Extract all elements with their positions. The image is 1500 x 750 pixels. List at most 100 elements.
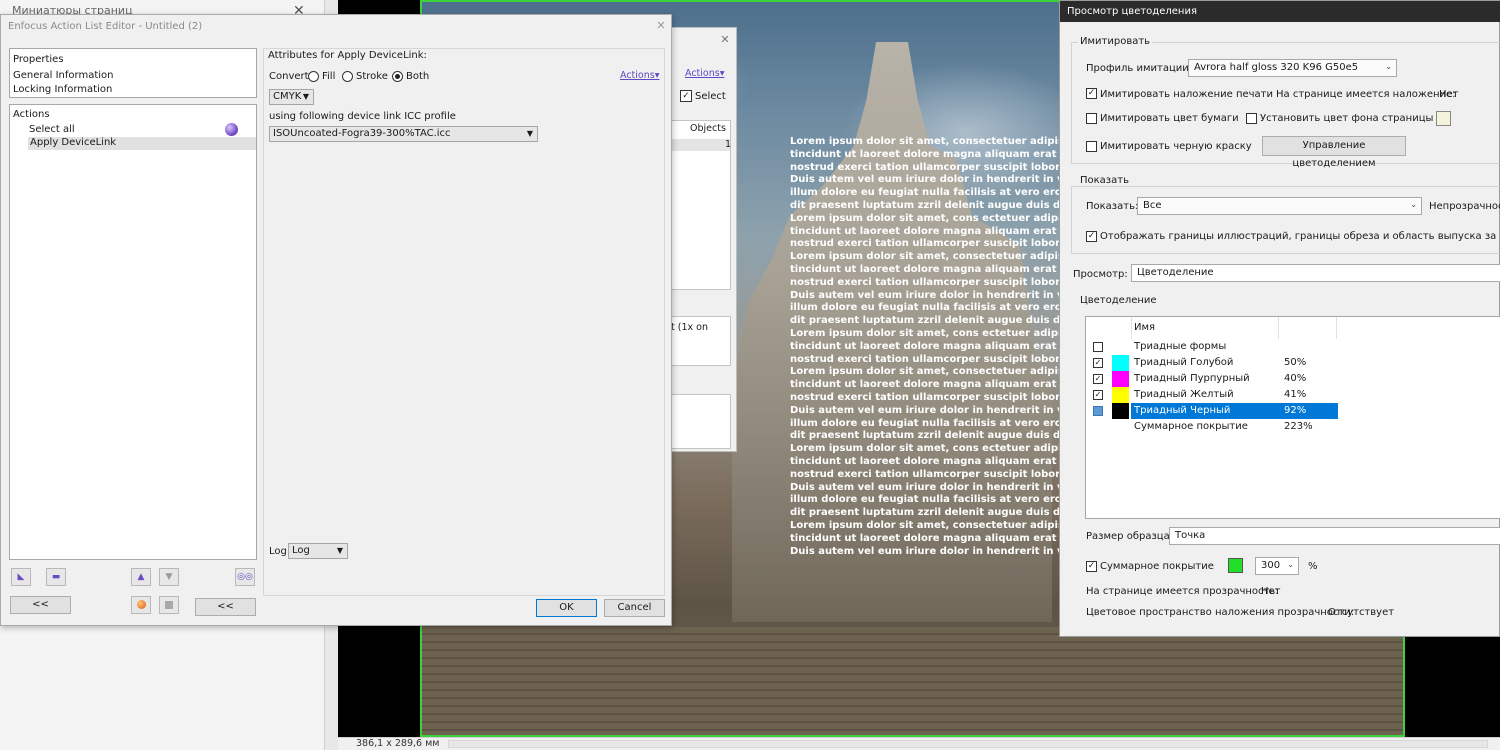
list-item-select-all[interactable]: Select all (29, 124, 75, 135)
select-checkbox[interactable]: ✓ (680, 90, 692, 102)
lorem-line: tincidunt ut laoreet dolore magna aliqua… (790, 263, 1060, 275)
actions-link[interactable]: Actions▾ (620, 70, 659, 81)
ink-coverage: 223% (1284, 421, 1313, 432)
total-coverage-value: 300 (1261, 560, 1281, 571)
record-button[interactable] (131, 596, 151, 614)
enfocus-action-list-editor: Enfocus Action List Editor - Untitled (2… (0, 14, 672, 626)
sim-black-checkbox[interactable] (1086, 141, 1097, 152)
lorem-line: tincidunt ut laoreet dolore magna aliqua… (790, 379, 1060, 391)
table-row[interactable] (668, 139, 730, 151)
add-action-button[interactable]: ◣ (11, 568, 31, 586)
lorem-line: Duis autem vel eum iriure dolor in hendr… (790, 545, 1060, 557)
color-space-select[interactable]: CMYK ▼ (269, 89, 314, 105)
preview-select[interactable]: Цветоделение (1131, 264, 1500, 282)
stroke-label: Stroke (356, 71, 388, 82)
total-coverage-select[interactable]: 300 ⌄ (1255, 557, 1299, 575)
show-select[interactable]: Все ⌄ (1137, 197, 1422, 215)
percent-sign: % (1308, 561, 1318, 572)
arrow-up-icon: ▲ (137, 572, 145, 582)
minus-icon: ▬ (51, 572, 61, 582)
list-item-general-information[interactable]: General Information (13, 70, 113, 81)
horizontal-scrollbar[interactable] (448, 740, 1488, 748)
lorem-line: Duis autem vel eum iriure dolor in hendr… (790, 404, 1060, 416)
table-row[interactable]: Триадный Черный 92% (1086, 403, 1500, 419)
blend-space-value: Отсутствует (1328, 607, 1395, 618)
blend-space-label: Цветовое пространство наложения прозрачн… (1086, 607, 1355, 618)
table-row[interactable]: ✓ Триадный Желтый 41% (1086, 387, 1500, 403)
move-up-button[interactable]: ▲ (131, 568, 151, 586)
set-bg-checkbox[interactable] (1246, 113, 1257, 124)
attributes-panel: Attributes for Apply DeviceLink: Convert… (263, 48, 665, 596)
lorem-line: illum dolore eu feugiat nulla facilisis … (790, 417, 1060, 429)
row-checkbox[interactable] (1093, 406, 1103, 416)
table-row[interactable]: Суммарное покрытие 223% (1086, 419, 1500, 435)
separations-table: Имя Триадные формы ✓ Триадный Голубой 50% ✓ Т… (1085, 316, 1500, 519)
manage-separations-button[interactable]: Управление цветоделением (1262, 136, 1406, 169)
icc-profile-select[interactable]: ISOUncoated-Fogra39-300%TAC.icc ▼ (269, 126, 538, 142)
table-row[interactable]: ✓ Триадный Пурпурный 40% (1086, 371, 1500, 387)
arrow-down-icon: ▼ (165, 572, 173, 582)
objects-header: Objects (690, 123, 726, 134)
preview-label: Просмотр: (1073, 269, 1128, 280)
lorem-line: tincidunt ut laoreet dolore magna aliqua… (790, 340, 1060, 352)
table-row[interactable]: ✓ Триадный Голубой 50% (1086, 355, 1500, 371)
stop-icon (165, 601, 173, 609)
both-radio[interactable] (392, 71, 403, 82)
stroke-radio[interactable] (342, 71, 353, 82)
remove-action-button[interactable]: ▬ (46, 568, 66, 586)
sim-overprint-label: Имитировать наложение печати (1100, 89, 1273, 100)
lorem-line: illum dolore eu feugiat nulla facilisis … (790, 187, 1060, 199)
lorem-line: Lorem ipsum dolor sit amet, consectetuer… (790, 519, 1060, 531)
page-overprint-value: Нет (1439, 89, 1459, 100)
sample-size-select[interactable]: Точка (1169, 527, 1500, 545)
objects-count: 1 (725, 139, 732, 150)
ok-button[interactable]: OK (536, 599, 597, 617)
fill-label: Fill (322, 71, 336, 82)
page-color-swatch[interactable] (1436, 111, 1451, 126)
stop-button[interactable] (159, 596, 179, 614)
collapse-left-button[interactable]: << (10, 596, 71, 614)
lorem-line: tincidunt ut laoreet dolore magna aliqua… (790, 455, 1060, 467)
log-select[interactable]: Log ▼ (288, 543, 348, 559)
profile-value: Avrora half gloss 320 K96 G50e5 (1194, 62, 1359, 73)
page-overprint-label: На странице имеется наложение: (1276, 89, 1456, 100)
lorem-line: dit praesent luptatum zzril delenit augu… (790, 430, 1060, 442)
lorem-line: tincidunt ut laoreet dolore magna aliqua… (790, 225, 1060, 237)
glasses-icon: ◎◎ (237, 572, 253, 582)
profile-select[interactable]: Avrora half gloss 320 K96 G50e5 ⌄ (1188, 59, 1397, 77)
close-icon[interactable]: ✕ (653, 19, 669, 33)
row-checkbox[interactable]: ✓ (1093, 374, 1103, 384)
sim-overprint-checkbox[interactable]: ✓ (1086, 88, 1097, 99)
chevron-down-icon: ⌄ (1410, 200, 1417, 209)
move-down-button[interactable]: ▼ (159, 568, 179, 586)
sim-paper-checkbox[interactable] (1086, 113, 1097, 124)
close-icon[interactable]: ✕ (717, 33, 733, 47)
lorem-line: Duis autem vel eum iriure dolor in hendr… (790, 289, 1060, 301)
page-size-readout: 386,1 x 289,6 мм (356, 738, 440, 749)
chevron-down-icon: ⌄ (1385, 62, 1392, 71)
list-item-apply-devicelink[interactable]: Apply DeviceLink (28, 137, 256, 150)
show-borders-checkbox[interactable]: ✓ (1086, 231, 1097, 242)
ink-name: Суммарное покрытие (1134, 421, 1248, 432)
list-item-locking-information[interactable]: Locking Information (13, 84, 112, 95)
sim-black-label: Имитировать черную краску (1100, 141, 1252, 152)
lorem-line: Lorem ipsum dolor sit amet, consectetuer… (790, 251, 1060, 263)
collapse-right-button[interactable]: << (195, 598, 256, 616)
actions-link[interactable]: Actions▾ (685, 68, 724, 79)
stairs-shape (422, 627, 1403, 735)
table-row[interactable]: Триадные формы (1086, 339, 1500, 355)
total-coverage-checkbox[interactable]: ✓ (1086, 561, 1097, 572)
actions-list: Actions Select all Apply DeviceLink (9, 104, 257, 560)
window-title: Enfocus Action List Editor - Untitled (2… (8, 21, 203, 32)
fill-radio[interactable] (308, 71, 319, 82)
coverage-color-swatch[interactable] (1228, 558, 1243, 573)
glasses-button[interactable]: ◎◎ (235, 568, 255, 586)
cancel-button[interactable]: Cancel (604, 599, 665, 617)
list-item-label: Apply DeviceLink (30, 137, 117, 148)
row-checkbox[interactable] (1093, 342, 1103, 352)
ink-coverage: 41% (1284, 389, 1307, 400)
page-transparency-label: На странице имеется прозрачность: (1086, 586, 1279, 597)
row-checkbox[interactable]: ✓ (1093, 358, 1103, 368)
row-checkbox[interactable]: ✓ (1093, 390, 1103, 400)
select-label: Select (695, 91, 726, 102)
